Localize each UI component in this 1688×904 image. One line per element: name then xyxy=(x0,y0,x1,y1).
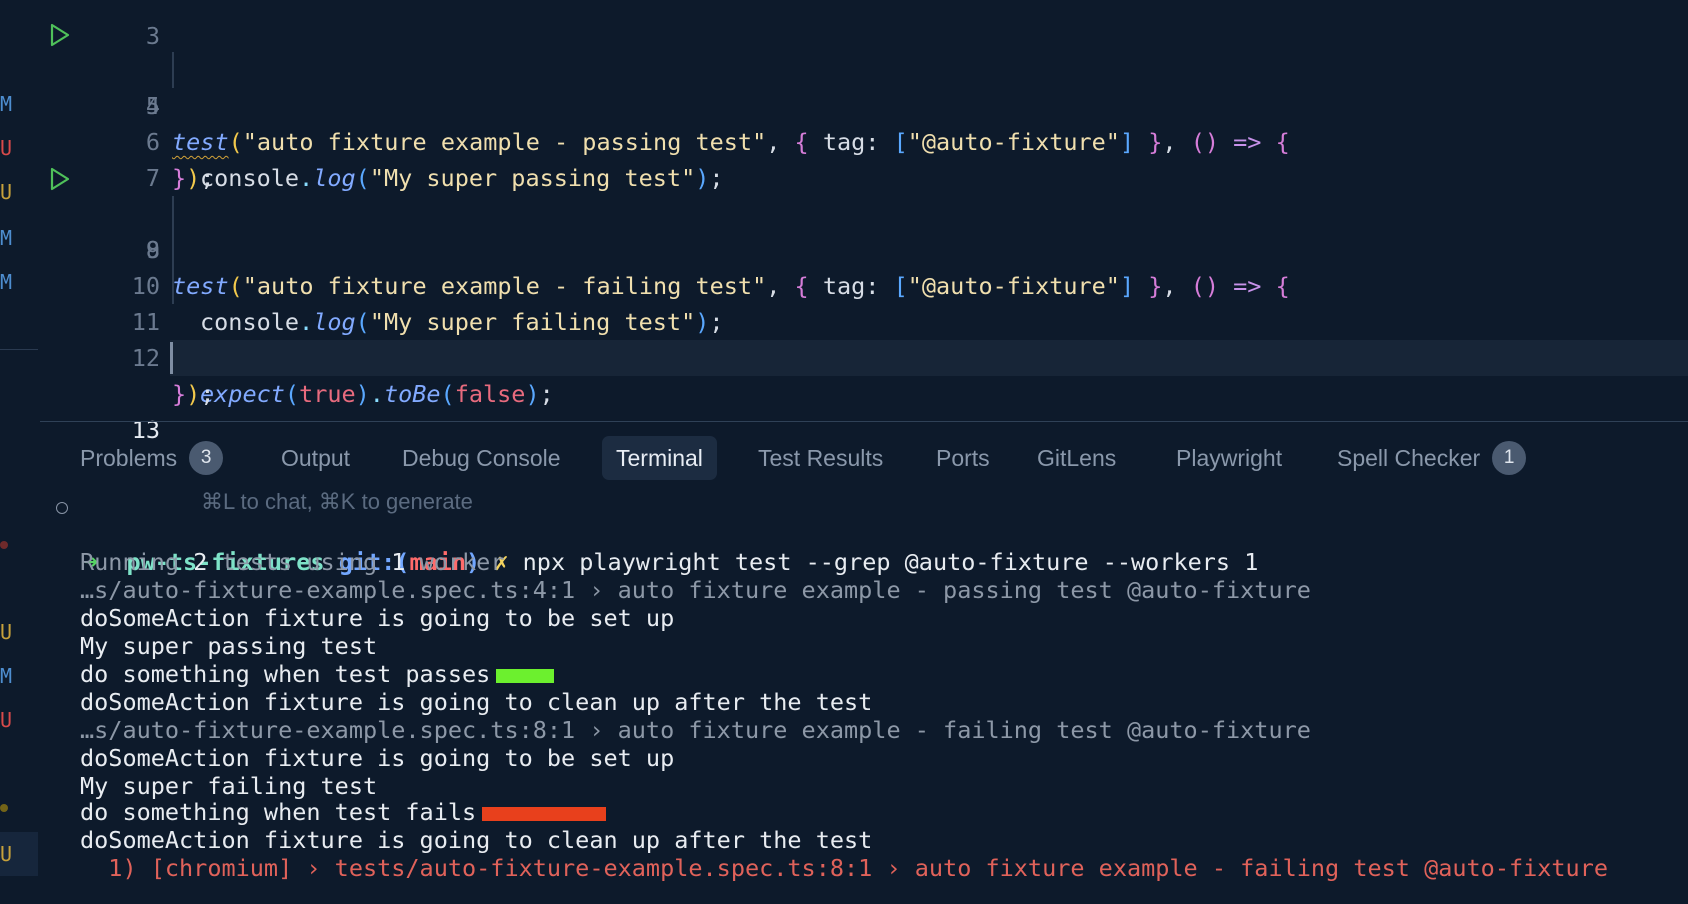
terminal-line: …s/auto-fixture-example.spec.ts:8:1 › au… xyxy=(80,716,1311,744)
modified-marker: M xyxy=(0,92,13,116)
tab-debug-console[interactable]: Debug Console xyxy=(388,436,575,480)
code-text: expect(true).toBe(false); xyxy=(200,380,554,408)
fail-color-block xyxy=(482,806,607,821)
tab-test-results[interactable]: Test Results xyxy=(744,436,897,480)
terminal-line: do something when test passes xyxy=(80,660,555,688)
modified-marker: M xyxy=(0,664,13,688)
terminal-line: doSomeAction fixture is going to clean u… xyxy=(80,826,873,854)
current-line-highlight xyxy=(170,340,1688,376)
problems-count-badge: 3 xyxy=(189,440,224,475)
indent-guide xyxy=(172,268,174,304)
tab-terminal[interactable]: Terminal xyxy=(602,436,717,480)
tab-ports[interactable]: Ports xyxy=(922,436,1004,480)
spell-checker-count-badge: 1 xyxy=(1492,440,1527,475)
scm-gutter-strip: M U U M M U M U U xyxy=(0,0,40,904)
untracked-marker: U xyxy=(0,708,13,732)
code-editor[interactable]: 3 4 test("auto fixture example - passing… xyxy=(40,0,1688,514)
code-line: 8 test("auto fixture example - failing t… xyxy=(40,160,1688,300)
modified-marker: M xyxy=(0,226,13,250)
command-status-circle-icon xyxy=(56,502,68,514)
untracked-marker: U xyxy=(0,136,13,160)
code-line: 10 xyxy=(40,232,1688,300)
terminal-line: do something when test fails xyxy=(80,798,607,826)
code-line: 11 expect(true).toBe(false); xyxy=(40,268,1688,408)
indent-guide xyxy=(172,52,174,88)
divider xyxy=(0,349,38,350)
run-test-icon[interactable] xyxy=(46,22,72,48)
panel-divider xyxy=(40,421,1688,422)
untracked-marker: U xyxy=(0,180,13,204)
terminal-command: npx playwright test --grep @auto-fixture… xyxy=(522,548,1259,576)
terminal-line: doSomeAction fixture is going to be set … xyxy=(80,604,675,632)
untracked-marker: U xyxy=(0,842,13,866)
terminal-line: Running 2 tests using 1 worker xyxy=(80,548,505,576)
run-test-icon[interactable] xyxy=(46,166,72,192)
text-cursor xyxy=(170,342,173,374)
terminal-line: doSomeAction fixture is going to be set … xyxy=(80,744,675,772)
terminal-line: doSomeAction fixture is going to clean u… xyxy=(80,688,873,716)
terminal-output[interactable]: ➜ pw-ts-fixtures git:(main) ✗ npx playwr… xyxy=(40,490,1688,904)
current-code-line[interactable]: 13 ⌘L to chat, ⌘K to generate xyxy=(40,340,1688,514)
tab-spell-checker[interactable]: Spell Checker 1 xyxy=(1323,436,1540,480)
pass-color-block xyxy=(496,668,555,683)
terminal-line: My super passing test xyxy=(80,632,378,660)
code-line: 5 console.log("My super passing test"); xyxy=(40,52,1688,192)
code-line: 4 test("auto fixture example - passing t… xyxy=(40,16,1688,156)
indent-guide xyxy=(172,232,174,268)
code-text: }); xyxy=(172,380,215,408)
modified-marker: M xyxy=(0,270,13,294)
status-dot xyxy=(0,541,8,549)
tab-gitlens[interactable]: GitLens xyxy=(1023,436,1130,480)
code-line: 9 console.log("My super failing test"); xyxy=(40,196,1688,336)
tab-output[interactable]: Output xyxy=(267,436,364,480)
terminal-error-line: 1) [chromium] › tests/auto-fixture-examp… xyxy=(80,854,1609,882)
code-line: 12 }); xyxy=(40,304,1688,408)
status-dot xyxy=(0,804,8,812)
terminal-line: My super failing test xyxy=(80,772,378,800)
code-line: 7 xyxy=(40,124,1688,192)
panel-tab-bar: Problems 3 Output Debug Console Terminal … xyxy=(40,436,1688,482)
terminal-prompt-line: ➜ pw-ts-fixtures git:(main) ✗ npx playwr… xyxy=(40,492,1680,576)
tab-playwright[interactable]: Playwright xyxy=(1162,436,1296,480)
untracked-marker: U xyxy=(0,620,13,644)
terminal-line: …s/auto-fixture-example.spec.ts:4:1 › au… xyxy=(80,576,1311,604)
indent-guide xyxy=(172,196,174,232)
code-line: 6 }); xyxy=(40,88,1688,192)
tab-problems[interactable]: Problems 3 xyxy=(66,436,237,480)
